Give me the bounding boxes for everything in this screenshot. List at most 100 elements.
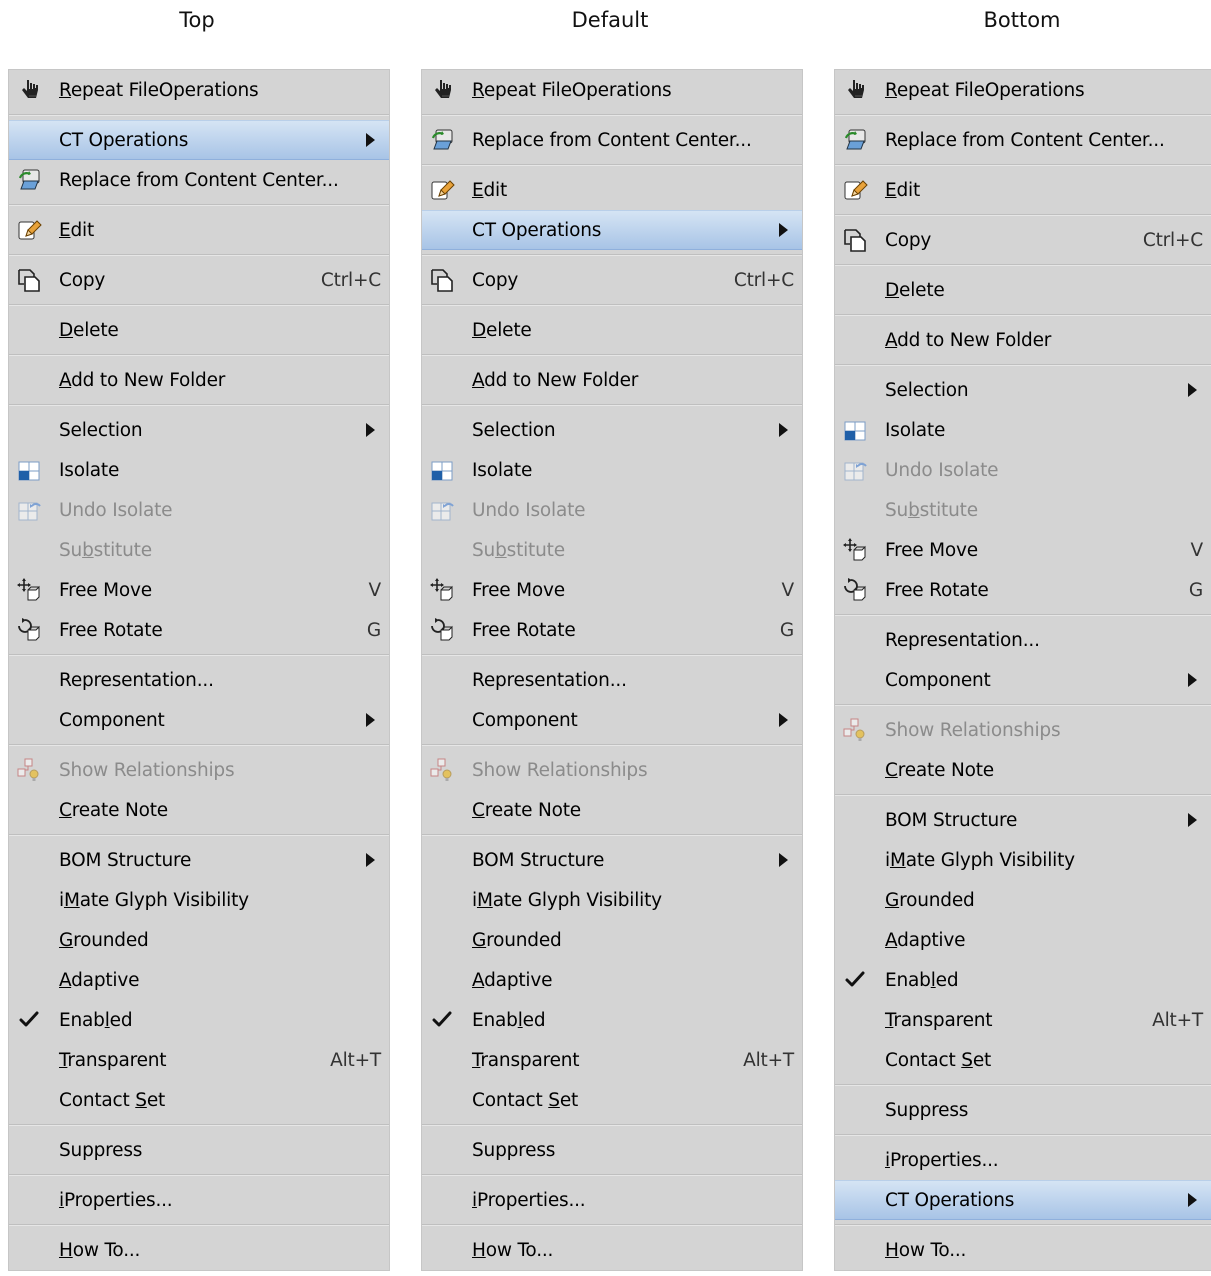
menu-item-enabled[interactable]: Enabled: [422, 1000, 802, 1040]
menu-item-show-relationships: Show Relationships: [422, 750, 802, 790]
replace-icon: [841, 126, 869, 154]
menu-item-label: Adaptive: [59, 969, 140, 991]
menu-item-enabled[interactable]: Enabled: [835, 960, 1211, 1000]
menu-item-isolate[interactable]: Isolate: [9, 450, 389, 490]
menu-item-edit[interactable]: Edit: [422, 170, 802, 210]
menu-item-edit[interactable]: Edit: [9, 210, 389, 250]
menu-item-iproperties[interactable]: iProperties...: [9, 1180, 389, 1220]
menu-item-free-move[interactable]: Free Move V: [422, 570, 802, 610]
hand-icon: [15, 76, 43, 104]
menu-item-label: Repeat FileOperations: [472, 79, 672, 101]
menu-item-contact-set[interactable]: Contact Set: [835, 1040, 1211, 1080]
menu-item-add-to-new-folder[interactable]: Add to New Folder: [9, 360, 389, 400]
menu-item-create-note[interactable]: Create Note: [422, 790, 802, 830]
menu-item-how-to[interactable]: How To...: [9, 1230, 389, 1270]
menu-item-suppress[interactable]: Suppress: [422, 1130, 802, 1170]
menu-item-add-to-new-folder[interactable]: Add to New Folder: [835, 320, 1211, 360]
menu-item-copy[interactable]: Copy Ctrl+C: [422, 260, 802, 300]
menu-item-selection[interactable]: Selection: [9, 410, 389, 450]
menu-item-component[interactable]: Component: [835, 660, 1211, 700]
menu-separator: [422, 740, 802, 750]
menu-item-adaptive[interactable]: Adaptive: [835, 920, 1211, 960]
menu-item-label: Undo Isolate: [885, 459, 999, 481]
menu-item-bom-structure[interactable]: BOM Structure: [9, 840, 389, 880]
submenu-arrow-icon: [366, 713, 375, 727]
menu-item-label: Add to New Folder: [472, 369, 639, 391]
free-rotate-icon: [428, 616, 456, 644]
menu-item-label: Transparent: [59, 1049, 167, 1071]
menu-item-label: Replace from Content Center...: [472, 129, 752, 151]
menu-item-how-to[interactable]: How To...: [835, 1230, 1211, 1270]
menu-item-delete[interactable]: Delete: [835, 270, 1211, 310]
menu-item-repeat-fileoperations[interactable]: Repeat FileOperations: [835, 70, 1211, 110]
menu-item-grounded[interactable]: Grounded: [835, 880, 1211, 920]
menu-item-component[interactable]: Component: [9, 700, 389, 740]
menu-item-transparent[interactable]: Transparent Alt+T: [835, 1000, 1211, 1040]
menu-item-representation[interactable]: Representation...: [835, 620, 1211, 660]
menu-item-suppress[interactable]: Suppress: [9, 1130, 389, 1170]
menu-item-how-to[interactable]: How To...: [422, 1230, 802, 1270]
menu-item-ct-operations[interactable]: CT Operations: [422, 210, 802, 250]
menu-item-isolate[interactable]: Isolate: [422, 450, 802, 490]
menu-item-replace-from-content-center[interactable]: Replace from Content Center...: [422, 120, 802, 160]
menu-item-iproperties[interactable]: iProperties...: [422, 1180, 802, 1220]
menu-item-label: Free Rotate: [885, 579, 989, 601]
menu-item-component[interactable]: Component: [422, 700, 802, 740]
submenu-arrow-icon: [1188, 813, 1197, 827]
menu-item-selection[interactable]: Selection: [835, 370, 1211, 410]
menu-item-representation[interactable]: Representation...: [422, 660, 802, 700]
menu-item-free-rotate[interactable]: Free Rotate G: [9, 610, 389, 650]
menu-item-free-move[interactable]: Free Move V: [9, 570, 389, 610]
menu-item-edit[interactable]: Edit: [835, 170, 1211, 210]
menu-item-label: Show Relationships: [59, 759, 235, 781]
menu-item-label: Edit: [472, 179, 508, 201]
copy-icon: [428, 266, 456, 294]
menu-item-ct-operations[interactable]: CT Operations: [9, 120, 389, 160]
menu-item-delete[interactable]: Delete: [9, 310, 389, 350]
submenu-arrow-icon: [779, 713, 788, 727]
menu-item-create-note[interactable]: Create Note: [9, 790, 389, 830]
menu-item-free-rotate[interactable]: Free Rotate G: [835, 570, 1211, 610]
menu-item-representation[interactable]: Representation...: [9, 660, 389, 700]
menu-item-imate-glyph-visibility[interactable]: iMate Glyph Visibility: [422, 880, 802, 920]
menu-item-grounded[interactable]: Grounded: [9, 920, 389, 960]
menu-item-isolate[interactable]: Isolate: [835, 410, 1211, 450]
menu-item-adaptive[interactable]: Adaptive: [9, 960, 389, 1000]
menu-item-shortcut: V: [368, 579, 382, 601]
menu-item-selection[interactable]: Selection: [422, 410, 802, 450]
menu-item-repeat-fileoperations[interactable]: Repeat FileOperations: [422, 70, 802, 110]
menu-item-copy[interactable]: Copy Ctrl+C: [835, 220, 1211, 260]
menu-item-copy[interactable]: Copy Ctrl+C: [9, 260, 389, 300]
menu-item-iproperties[interactable]: iProperties...: [835, 1140, 1211, 1180]
menu-item-create-note[interactable]: Create Note: [835, 750, 1211, 790]
menu-item-free-move[interactable]: Free Move V: [835, 530, 1211, 570]
menu-separator: [835, 790, 1211, 800]
free-move-icon: [428, 576, 456, 604]
menu-item-imate-glyph-visibility[interactable]: iMate Glyph Visibility: [9, 880, 389, 920]
menu-item-replace-from-content-center[interactable]: Replace from Content Center...: [9, 160, 389, 200]
menu-item-repeat-fileoperations[interactable]: Repeat FileOperations: [9, 70, 389, 110]
menu-item-free-rotate[interactable]: Free Rotate G: [422, 610, 802, 650]
menu-separator: [422, 1120, 802, 1130]
menu-item-bom-structure[interactable]: BOM Structure: [422, 840, 802, 880]
menu-item-imate-glyph-visibility[interactable]: iMate Glyph Visibility: [835, 840, 1211, 880]
menu-separator: [9, 830, 389, 840]
menu-item-bom-structure[interactable]: BOM Structure: [835, 800, 1211, 840]
menu-item-contact-set[interactable]: Contact Set: [422, 1080, 802, 1120]
menu-item-add-to-new-folder[interactable]: Add to New Folder: [422, 360, 802, 400]
menu-item-replace-from-content-center[interactable]: Replace from Content Center...: [835, 120, 1211, 160]
menu-item-grounded[interactable]: Grounded: [422, 920, 802, 960]
menu-item-enabled[interactable]: Enabled: [9, 1000, 389, 1040]
menu-item-adaptive[interactable]: Adaptive: [422, 960, 802, 1000]
menu-item-label: Enabled: [472, 1009, 546, 1031]
menu-item-contact-set[interactable]: Contact Set: [9, 1080, 389, 1120]
menu-item-label: Suppress: [59, 1139, 143, 1161]
menu-item-label: Isolate: [59, 459, 120, 481]
menu-item-transparent[interactable]: Transparent Alt+T: [9, 1040, 389, 1080]
menu-item-suppress[interactable]: Suppress: [835, 1090, 1211, 1130]
menu-item-transparent[interactable]: Transparent Alt+T: [422, 1040, 802, 1080]
menu-item-ct-operations[interactable]: CT Operations: [835, 1180, 1211, 1220]
undo-isolate-icon: [428, 496, 456, 524]
menu-item-delete[interactable]: Delete: [422, 310, 802, 350]
isolate-icon: [841, 416, 869, 444]
